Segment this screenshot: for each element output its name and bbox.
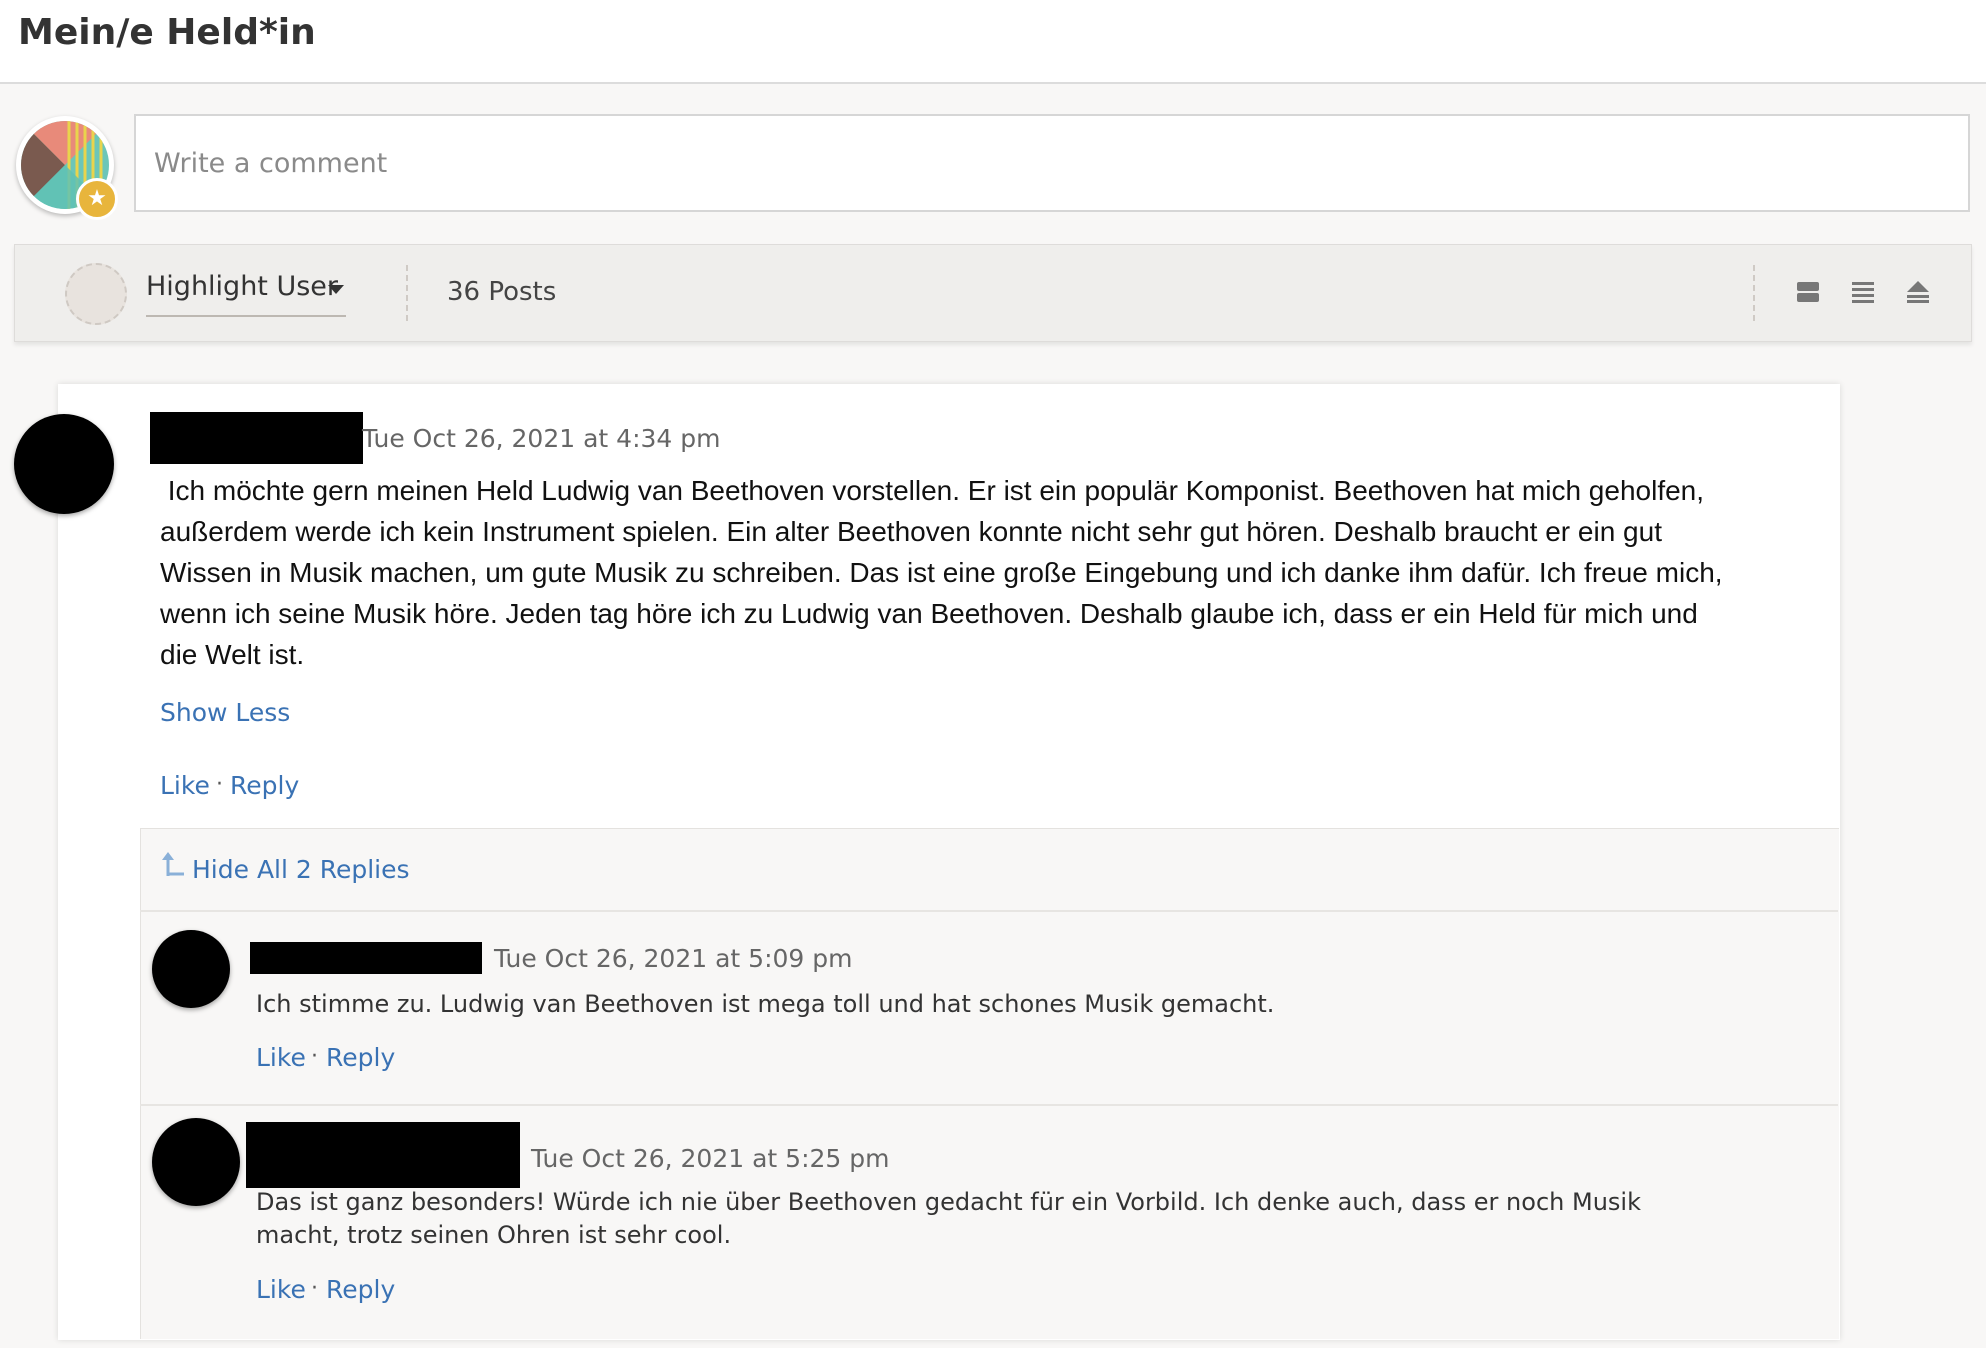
thread-toolbar: Highlight User 36 Posts — [14, 244, 1972, 342]
replies-section — [140, 828, 1839, 1339]
current-user-avatar[interactable]: ★ — [16, 116, 118, 220]
list-view-icon[interactable] — [1850, 279, 1876, 305]
reply-divider — [140, 910, 1838, 912]
reply-like-link[interactable]: Like — [256, 1275, 306, 1304]
reply-author-avatar[interactable] — [152, 1118, 240, 1206]
toolbar-divider — [406, 265, 408, 321]
show-less-link[interactable]: Show Less — [160, 698, 290, 727]
reply-arrow-icon — [162, 852, 186, 882]
reply-like-link[interactable]: Like — [256, 1043, 306, 1072]
redacted-author-name — [150, 412, 363, 464]
separator-dot: · — [311, 1044, 318, 1069]
toolbar-divider — [1753, 265, 1755, 321]
reply-body: Das ist ganz besonders! Würde ich nie üb… — [256, 1188, 1641, 1249]
page-title: Mein/e Held*in — [18, 12, 316, 53]
reply-timestamp: Tue Oct 26, 2021 at 5:25 pm — [531, 1144, 890, 1173]
reply-body: Ich stimme zu. Ludwig van Beethoven ist … — [256, 990, 1275, 1018]
star-badge-icon: ★ — [76, 178, 118, 220]
expanded-view-icon[interactable] — [1795, 279, 1821, 305]
chevron-down-icon — [328, 285, 344, 294]
separator-dot: · — [216, 772, 223, 797]
posts-count: 36 Posts — [447, 277, 557, 307]
reply-timestamp: Tue Oct 26, 2021 at 5:09 pm — [494, 944, 853, 973]
post-timestamp: Tue Oct 26, 2021 at 4:34 pm — [362, 424, 721, 453]
highlight-user-dropdown[interactable]: Highlight User — [146, 271, 346, 317]
redacted-reply-author-name — [250, 942, 482, 974]
author-avatar[interactable] — [14, 414, 114, 514]
separator-dot: · — [311, 1276, 318, 1301]
reply-reply-link[interactable]: Reply — [326, 1043, 395, 1072]
post-body: Ich möchte gern meinen Held Ludwig van B… — [160, 475, 1731, 670]
reply-divider — [140, 1104, 1838, 1106]
reply-author-avatar[interactable] — [152, 930, 230, 1008]
comment-input[interactable] — [134, 114, 1970, 212]
reply-link[interactable]: Reply — [230, 771, 299, 800]
highlight-user-avatar — [65, 263, 127, 325]
collapse-icon[interactable] — [1905, 279, 1931, 305]
hide-replies-toggle[interactable]: Hide All 2 Replies — [192, 855, 410, 884]
like-link[interactable]: Like — [160, 771, 210, 800]
redacted-reply-author-name — [246, 1122, 520, 1188]
highlight-user-label: Highlight User — [146, 271, 339, 302]
reply-reply-link[interactable]: Reply — [326, 1275, 395, 1304]
title-bar: Mein/e Held*in — [0, 0, 1986, 84]
